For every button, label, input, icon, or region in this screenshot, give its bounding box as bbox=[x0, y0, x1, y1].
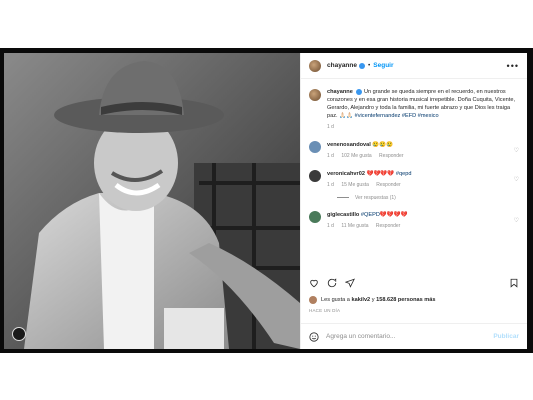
save-icon[interactable] bbox=[509, 278, 519, 288]
verified-icon bbox=[356, 88, 363, 95]
post-header: chayanne • Seguir ••• bbox=[301, 53, 527, 79]
comment-likes[interactable]: 102 Me gusta bbox=[341, 153, 371, 159]
avatar[interactable] bbox=[309, 211, 321, 223]
avatar[interactable] bbox=[309, 59, 321, 72]
view-replies-button[interactable]: Ver respuestas (1) bbox=[337, 195, 519, 201]
post-image bbox=[4, 53, 300, 349]
post-modal: chayanne • Seguir ••• chayanne Un grande… bbox=[4, 53, 527, 349]
likes-summary[interactable]: Les gusta a kakilv2 y 158.628 personas m… bbox=[309, 296, 436, 304]
like-comment-icon[interactable]: ♡ bbox=[511, 147, 519, 155]
username[interactable]: chayanne bbox=[327, 62, 357, 69]
reply-button[interactable]: Responder bbox=[376, 182, 400, 188]
publish-button[interactable]: Publicar bbox=[493, 333, 519, 340]
comment-text: 💔💔💔💔 #qepd bbox=[366, 171, 412, 177]
user-tag-icon[interactable] bbox=[12, 327, 26, 341]
emoji-icon[interactable] bbox=[309, 331, 319, 342]
verified-icon bbox=[359, 62, 365, 69]
comment-username[interactable]: venenosandoval bbox=[327, 142, 371, 148]
comment-likes[interactable]: 15 Me gusta bbox=[341, 182, 369, 188]
reply-button[interactable]: Responder bbox=[379, 153, 403, 159]
comment-time: 1 d bbox=[327, 182, 334, 188]
share-icon[interactable] bbox=[345, 278, 355, 288]
comment-username[interactable]: giglecastillo bbox=[327, 212, 359, 218]
caption-username[interactable]: chayanne bbox=[327, 89, 353, 95]
reply-button[interactable]: Responder bbox=[376, 223, 400, 229]
more-options-icon[interactable]: ••• bbox=[507, 61, 519, 71]
caption-time: 1 d bbox=[327, 124, 334, 130]
like-comment-icon[interactable]: ♡ bbox=[511, 217, 519, 225]
likes-count[interactable]: 158.628 personas más bbox=[376, 297, 435, 303]
separator-dot: • bbox=[368, 62, 371, 69]
post-photo[interactable] bbox=[4, 53, 300, 349]
comment-text: #QEPD💔💔💔💔 bbox=[360, 212, 408, 218]
comment-text: 😢😢😢 bbox=[372, 142, 394, 148]
avatar[interactable] bbox=[309, 170, 321, 182]
comment-icon[interactable] bbox=[327, 278, 337, 288]
heart-icon[interactable] bbox=[309, 278, 319, 288]
add-comment-bar: Publicar bbox=[301, 323, 527, 349]
caption: chayanne Un grande se queda siempre en e… bbox=[309, 88, 519, 131]
comment-time: 1 d bbox=[327, 223, 334, 229]
comment-time: 1 d bbox=[327, 153, 334, 159]
comment-username[interactable]: veronicahvr02 bbox=[327, 171, 365, 177]
likes-user[interactable]: kakilv2 bbox=[352, 297, 371, 303]
follow-button[interactable]: Seguir bbox=[373, 62, 393, 69]
caption-hashtags[interactable]: #vicentefernandez #EFD #mexico bbox=[355, 113, 439, 119]
comment-likes[interactable]: 11 Me gusta bbox=[341, 223, 368, 229]
avatar bbox=[309, 296, 317, 304]
avatar[interactable] bbox=[309, 89, 321, 101]
like-comment-icon[interactable]: ♡ bbox=[511, 176, 519, 184]
avatar[interactable] bbox=[309, 141, 321, 153]
likes-mid: y bbox=[371, 297, 375, 303]
comment-item: giglecastillo #QEPD💔💔💔💔 1 d 11 Me gusta … bbox=[309, 211, 519, 230]
likes-prefix: Les gusta a bbox=[321, 297, 350, 303]
comment-item: venenosandoval 😢😢😢 1 d 102 Me gusta Resp… bbox=[309, 141, 519, 160]
comment-item: veronicahvr02 💔💔💔💔 #qepd 1 d 15 Me gusta… bbox=[309, 170, 519, 189]
post-actions bbox=[309, 275, 519, 291]
caption-emoji: 🙏🏻🙏🏻 bbox=[339, 113, 354, 119]
comment-input[interactable] bbox=[326, 333, 494, 340]
comments-panel: chayanne • Seguir ••• chayanne Un grande… bbox=[300, 53, 527, 349]
post-timestamp: HACE UN DÍA bbox=[309, 308, 341, 313]
comments-list[interactable]: chayanne Un grande se queda siempre en e… bbox=[301, 80, 527, 263]
